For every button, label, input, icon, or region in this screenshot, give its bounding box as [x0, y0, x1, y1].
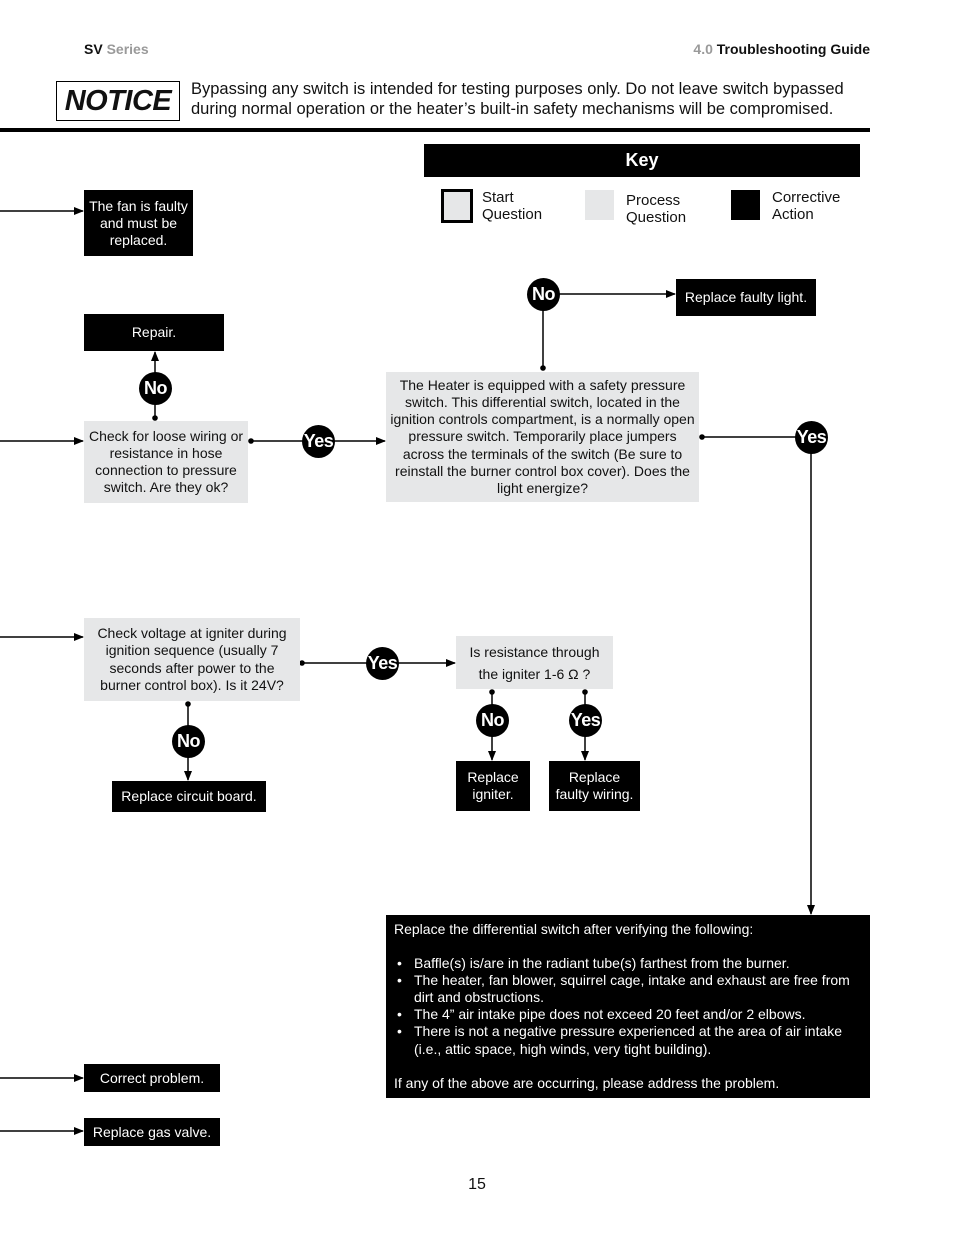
node-replace-faulty-wiring: Replace faulty wiring.: [549, 761, 640, 811]
badge-no: No: [476, 704, 509, 737]
connector-dot: [489, 689, 495, 695]
node-correct-problem: Correct problem.: [84, 1064, 220, 1092]
badge-yes: Yes: [795, 421, 828, 454]
notice-text: Bypassing any switch is intended for tes…: [191, 80, 844, 118]
section-header: 4.0 Troubleshooting Guide: [693, 41, 870, 57]
badge-no: No: [527, 278, 560, 311]
notice-label: NOTICE: [64, 84, 172, 117]
key-title: Key: [424, 144, 860, 177]
connector-dot: [299, 660, 305, 666]
series-bold: SV: [84, 41, 103, 57]
key-swatch-corrective: [731, 190, 760, 220]
key-label-corrective: Corrective Action: [772, 189, 841, 223]
connector-dot: [152, 415, 158, 421]
checklist-item: Baffle(s) is/are in the radiant tube(s) …: [394, 955, 862, 972]
node-igniter-resistance: Is resistance through the igniter 1-6 Ω …: [456, 636, 613, 689]
checklist-item: The heater, fan blower, squirrel cage, i…: [394, 972, 862, 1006]
node-replace-gas-valve: Replace gas valve.: [84, 1118, 220, 1146]
notice-label-box: NOTICE: [56, 81, 180, 121]
series-header: SV Series: [84, 41, 149, 57]
badge-no: No: [172, 725, 205, 758]
badge-no: No: [139, 372, 172, 405]
checklist-item: There is not a negative pressure experie…: [394, 1023, 862, 1057]
badge-yes: Yes: [366, 647, 399, 680]
node-fan-faulty: The fan is faulty and must be replaced.: [84, 190, 193, 256]
page-number: 15: [468, 1176, 486, 1193]
node-pressure-switch: The Heater is equipped with a safety pre…: [386, 372, 699, 502]
checklist-item: The 4” air intake pipe does not exceed 2…: [394, 1006, 862, 1023]
node-replace-faulty-light: Replace faulty light.: [676, 279, 816, 316]
node-replace-circuit-board: Replace circuit board.: [112, 781, 266, 812]
node-replace-igniter: Replace igniter.: [456, 761, 530, 811]
connector-dot: [540, 365, 546, 371]
key-swatch-process: [585, 190, 614, 220]
key-swatch-start: [441, 189, 473, 223]
section-title: Troubleshooting Guide: [716, 41, 870, 57]
differential-checklist: Baffle(s) is/are in the radiant tube(s) …: [394, 955, 862, 1058]
series-gray: Series: [106, 41, 149, 57]
key-label-process: Process Question: [626, 192, 687, 226]
connector-dot: [699, 434, 705, 440]
badge-yes: Yes: [569, 704, 602, 737]
header-divider: [0, 128, 870, 132]
section-number: 4.0: [693, 41, 713, 57]
connector-dot: [185, 701, 191, 707]
node-repair: Repair.: [84, 314, 224, 351]
differential-outro: If any of the above are occurring, pleas…: [394, 1074, 780, 1091]
node-check-wiring: Check for loose wiring or resistance in …: [84, 421, 248, 503]
differential-intro: Replace the differential switch after ve…: [394, 921, 754, 937]
node-check-voltage: Check voltage at igniter during ignition…: [84, 618, 300, 701]
connector-dot: [582, 689, 588, 695]
connector-dot: [248, 438, 254, 444]
node-replace-differential-switch: Replace the differential switch after ve…: [386, 915, 870, 1098]
key-label-start: Start Question: [482, 189, 543, 223]
badge-yes: Yes: [302, 425, 335, 458]
